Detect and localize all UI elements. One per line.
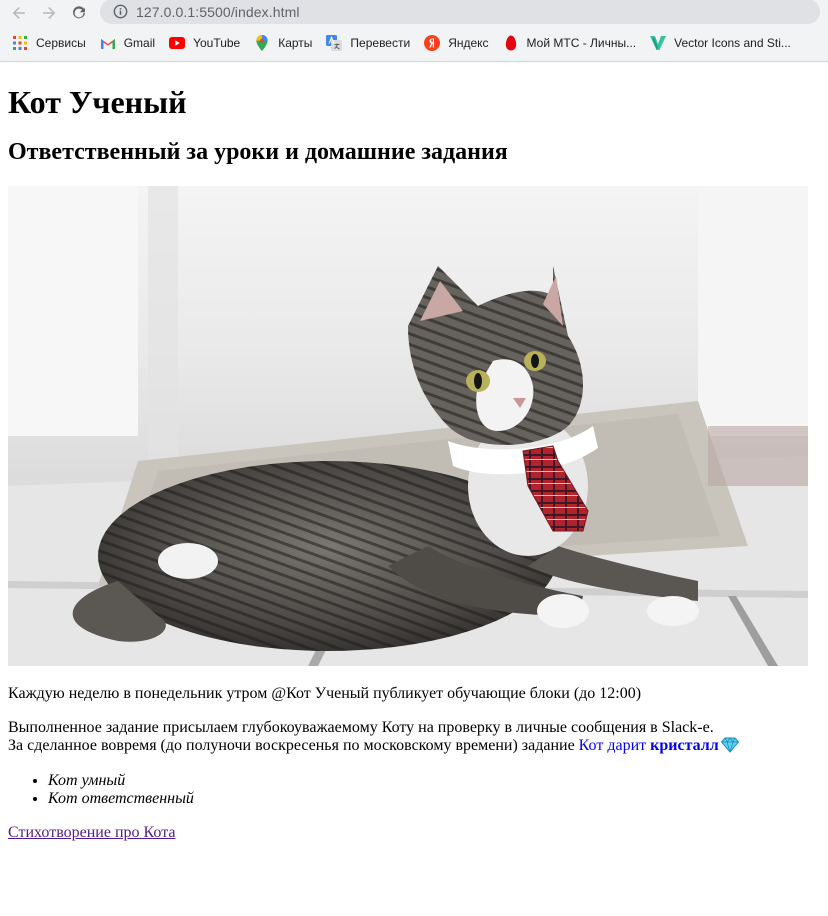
bookmark-yandex[interactable]: Яндекс [424, 35, 489, 51]
bookmarks-bar: Сервисы Gmail YouTube Карты Перевести Ян… [0, 25, 828, 61]
reload-button[interactable] [68, 2, 90, 24]
arrow-left-icon [12, 6, 25, 19]
address-bar[interactable]: 127.0.0.1:5500/index.html [100, 0, 820, 24]
traits-list: Кот умный Кот ответственный [8, 772, 820, 808]
bookmark-label: Карты [278, 36, 313, 50]
maps-icon [254, 35, 270, 51]
page-title: Кот Ученый [8, 84, 187, 120]
schedule-paragraph: Каждую неделю в понедельник утром @Кот У… [8, 685, 642, 702]
bookmark-youtube[interactable]: YouTube [169, 35, 240, 51]
browser-toolbar: 127.0.0.1:5500/index.html [0, 0, 828, 25]
page-content: Кот Ученый Ответственный за уроки и дома… [0, 84, 828, 842]
poem-link[interactable]: Стихотворение про Кота [8, 824, 175, 842]
submission-line-1: Выполненное задание присылаем глубокоува… [8, 719, 714, 736]
yandex-icon [424, 35, 441, 51]
apps-grid-icon [12, 35, 28, 51]
bookmark-label: Gmail [123, 36, 156, 50]
crystal-link-text: Кот дарит [578, 737, 651, 754]
bookmark-maps[interactable]: Карты [254, 35, 312, 51]
vector-icons-icon [650, 35, 667, 51]
gmail-icon [100, 35, 116, 51]
crystal-link[interactable]: Кот дарит кристалл [579, 737, 719, 754]
bookmark-vector-icons[interactable]: Vector Icons and Sti... [650, 35, 791, 51]
page-subtitle: Ответственный за уроки и домашние задани… [8, 139, 508, 165]
bookmark-gmail[interactable]: Gmail [100, 35, 155, 51]
submission-line-2: За сделанное вовремя (до полуночи воскре… [8, 737, 579, 754]
reload-icon [73, 5, 85, 18]
bookmark-label: Перевести [350, 36, 411, 50]
list-item: Кот умный [48, 772, 820, 790]
translate-icon [326, 35, 343, 51]
bookmark-label: Сервисы [36, 36, 86, 50]
arrow-right-icon [43, 6, 56, 19]
info-icon[interactable] [112, 4, 128, 20]
bookmark-translate[interactable]: Перевести [326, 35, 410, 51]
address-url: 127.0.0.1:5500/index.html [136, 3, 300, 20]
crystal-link-bold: кристалл [650, 737, 719, 754]
browser-chrome: 127.0.0.1:5500/index.html Сервисы Gmail [0, 0, 828, 62]
list-item: Кот ответственный [48, 790, 820, 808]
bookmark-mts[interactable]: Мой МТС - Личны... [503, 35, 637, 51]
back-button[interactable] [8, 2, 30, 24]
forward-button[interactable] [38, 2, 60, 24]
cat-photo [8, 186, 808, 666]
bookmark-label: YouTube [193, 36, 241, 50]
mts-icon [503, 35, 519, 51]
bookmark-services[interactable]: Сервисы [12, 35, 86, 51]
bookmark-label: Мой МТС - Личны... [526, 36, 637, 50]
submission-paragraph: Выполненное задание присылаем глубокоува… [8, 719, 820, 758]
gem-icon [720, 737, 739, 758]
bookmark-label: Яндекс [448, 36, 489, 50]
youtube-icon [169, 35, 186, 51]
bookmark-label: Vector Icons and Sti... [674, 36, 791, 50]
